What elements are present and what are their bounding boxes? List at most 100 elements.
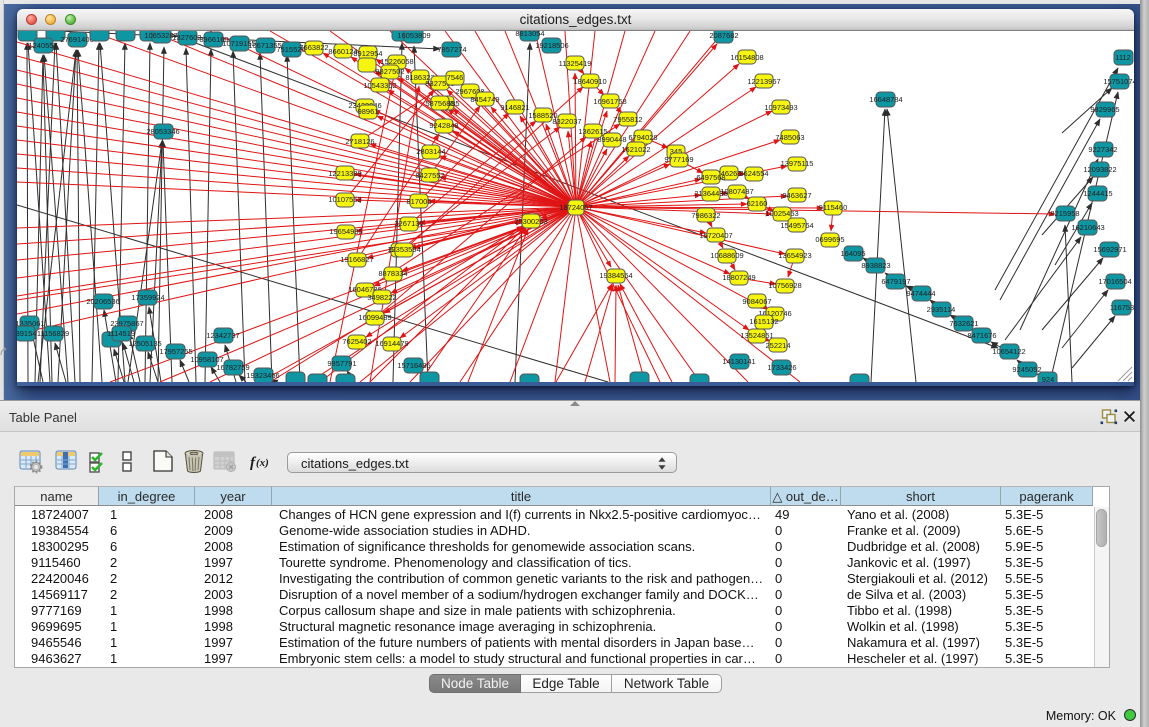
svg-text:8912954: 8912954 — [353, 49, 382, 58]
svg-text:7857274: 7857274 — [437, 45, 466, 54]
svg-text:9242848: 9242848 — [429, 121, 458, 130]
svg-text:39154: 39154 — [17, 329, 36, 338]
svg-text:19654985: 19654985 — [329, 227, 362, 236]
svg-text:7625402: 7625402 — [342, 337, 371, 346]
svg-text:2803144: 2803144 — [416, 147, 445, 156]
svg-text:10688609: 10688609 — [710, 251, 743, 260]
svg-text:16961758: 16961758 — [593, 97, 626, 106]
svg-text:5875685: 5875685 — [425, 99, 454, 108]
svg-text:6794028: 6794028 — [628, 133, 657, 142]
svg-text:2718126: 2718126 — [345, 137, 374, 146]
svg-text:8215958: 8215958 — [1050, 209, 1079, 218]
svg-text:15495764: 15495764 — [780, 221, 813, 230]
svg-text:(x): (x) — [256, 457, 269, 469]
svg-text:10807487: 10807487 — [720, 187, 753, 196]
svg-text:18724007: 18724007 — [559, 203, 592, 212]
svg-text:19218506: 19218506 — [535, 41, 568, 50]
svg-text:25300203: 25300203 — [514, 217, 547, 226]
svg-text:16782759: 16782759 — [216, 363, 249, 372]
svg-text:11156829: 11156829 — [37, 329, 69, 338]
svg-text:116753: 116753 — [1110, 303, 1134, 312]
svg-text:16914479: 16914479 — [375, 339, 408, 348]
svg-text:8454749: 8454749 — [470, 95, 499, 104]
svg-text:12353594: 12353594 — [387, 245, 420, 254]
svg-text:10107553: 10107553 — [328, 195, 361, 204]
svg-text:1114519: 1114519 — [107, 329, 135, 338]
svg-text:8813054: 8813054 — [515, 31, 544, 38]
svg-text:1621022: 1621022 — [621, 145, 650, 154]
svg-text:16053809: 16053809 — [397, 31, 430, 40]
svg-text:3498222: 3498222 — [367, 293, 396, 302]
svg-text:28053346: 28053346 — [146, 127, 179, 136]
svg-text:98961: 98961 — [358, 107, 379, 116]
svg-text:15751074: 15751074 — [1103, 77, 1134, 86]
svg-text:9227342: 9227342 — [1088, 145, 1117, 154]
svg-text:1362615: 1362615 — [578, 127, 607, 136]
svg-text:17957255: 17957255 — [159, 347, 192, 356]
svg-text:27691406: 27691406 — [60, 35, 93, 44]
svg-text:9463627: 9463627 — [782, 191, 811, 200]
svg-text:16648784: 16648784 — [869, 95, 902, 104]
svg-text:252214: 252214 — [765, 341, 790, 350]
svg-text:12505135: 12505135 — [128, 339, 161, 348]
svg-text:164095: 164095 — [840, 249, 865, 258]
svg-text:13975115: 13975115 — [781, 159, 814, 168]
svg-text:9827502: 9827502 — [375, 67, 404, 76]
svg-text:9245052: 9245052 — [1012, 365, 1041, 374]
svg-text:10973493: 10973493 — [764, 103, 797, 112]
svg-text:0699695: 0699695 — [815, 235, 844, 244]
svg-text:7485063: 7485063 — [775, 133, 804, 142]
svg-text:9857791: 9857791 — [327, 359, 356, 368]
svg-text:3267130: 3267130 — [394, 219, 423, 228]
svg-text:10543362: 10543362 — [363, 81, 396, 90]
svg-text:1733426: 1733426 — [767, 363, 796, 372]
svg-text:18807249: 18807249 — [722, 273, 755, 282]
svg-text:17359924: 17359924 — [131, 293, 164, 302]
svg-text:6497568: 6497568 — [696, 173, 725, 182]
svg-text:12093822: 12093822 — [1083, 165, 1116, 174]
svg-text:9115460: 9115460 — [819, 203, 848, 212]
svg-text:817006: 817006 — [406, 197, 431, 206]
svg-text:7546: 7546 — [447, 73, 464, 82]
svg-text:1244415: 1244415 — [1083, 189, 1112, 198]
svg-text:12342737: 12342737 — [206, 331, 239, 340]
svg-text:12213967: 12213967 — [747, 77, 780, 86]
svg-text:15716485: 15716485 — [397, 361, 430, 370]
svg-text:13524851: 13524851 — [740, 331, 773, 340]
svg-text:20206536: 20206536 — [86, 297, 119, 306]
svg-text:9777169: 9777169 — [664, 155, 693, 164]
svg-text:19384554: 19384554 — [599, 271, 632, 280]
svg-text:2935114: 2935114 — [927, 305, 956, 314]
svg-text:1112: 1112 — [1115, 53, 1131, 62]
svg-text:10025453: 10025453 — [765, 209, 798, 218]
svg-text:9329965: 9329965 — [1090, 105, 1119, 114]
svg-text:16154808: 16154808 — [730, 53, 763, 62]
svg-text:7663822: 7663822 — [299, 43, 328, 52]
svg-text:11325419: 11325419 — [559, 59, 592, 68]
svg-text:9084067: 9084067 — [742, 297, 771, 306]
svg-text:18640910: 18640910 — [573, 77, 606, 86]
svg-text:10756928: 10756928 — [768, 281, 801, 290]
svg-text:7955812: 7955812 — [613, 115, 642, 124]
svg-text:19166827: 19166827 — [340, 255, 373, 264]
svg-text:9146821: 9146821 — [500, 103, 529, 112]
svg-text:7986322: 7986322 — [691, 211, 720, 220]
svg-text:8938823: 8938823 — [861, 261, 890, 270]
svg-text:13654923: 13654923 — [778, 251, 811, 260]
svg-text:7632621: 7632621 — [949, 319, 978, 328]
svg-text:8878334: 8878334 — [378, 269, 407, 278]
svg-text:14130141: 14130141 — [722, 357, 755, 366]
svg-text:15720407: 15720407 — [699, 231, 732, 240]
svg-text:9474444: 9474444 — [906, 289, 935, 298]
svg-text:62160: 62160 — [747, 199, 768, 208]
svg-text:19323466: 19323466 — [246, 371, 279, 380]
svg-text:1615132: 1615132 — [749, 317, 778, 326]
svg-text:8471676: 8471676 — [967, 331, 996, 340]
svg-text:8427552: 8427552 — [415, 171, 444, 180]
svg-text:1327602: 1327602 — [172, 33, 201, 42]
svg-text:8322037: 8322037 — [552, 117, 581, 126]
svg-text:1240557: 1240557 — [28, 41, 57, 50]
svg-text:10654122: 10654122 — [992, 347, 1025, 356]
svg-text:15692971: 15692971 — [1093, 245, 1126, 254]
svg-text:2087682: 2087682 — [709, 31, 738, 40]
